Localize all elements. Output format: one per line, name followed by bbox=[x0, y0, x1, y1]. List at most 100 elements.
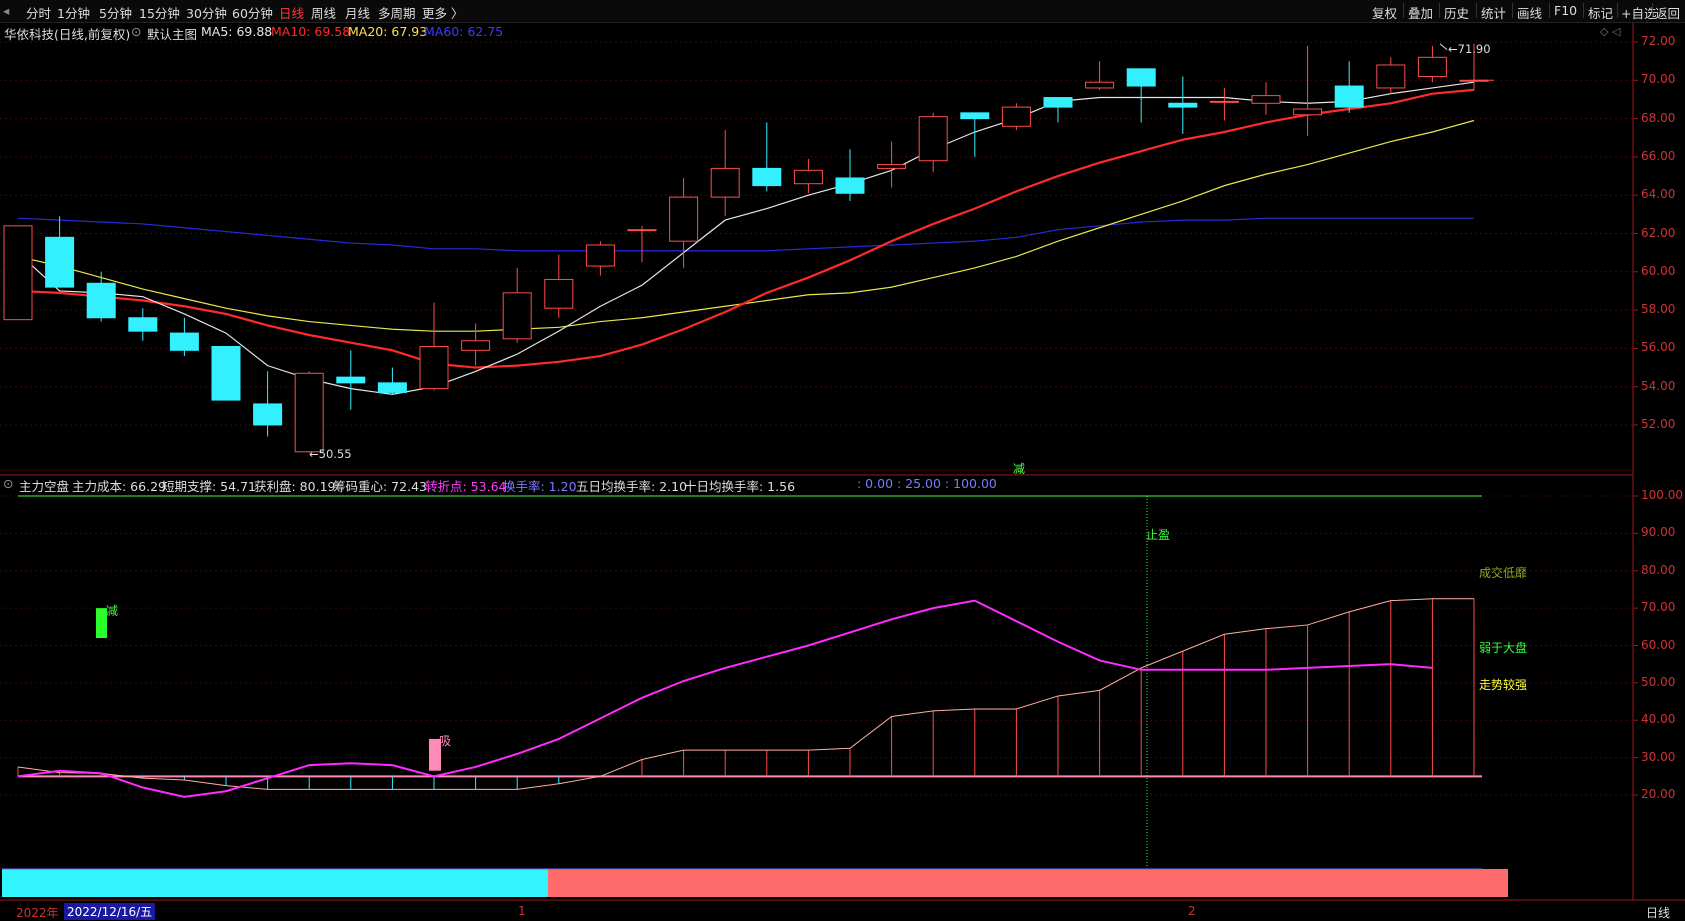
indicator-tick-label: 100.00 bbox=[1641, 488, 1683, 502]
take-profit-signal: 止盈 bbox=[1146, 528, 1171, 542]
main-chart-selector[interactable]: 默认主图 bbox=[147, 24, 197, 43]
ma10-line bbox=[17, 88, 1475, 369]
indicator-menu-icon[interactable]: ⊙ bbox=[3, 476, 13, 491]
candlesticks bbox=[3, 43, 1489, 453]
candle-body bbox=[461, 340, 491, 351]
indicator-tick-label: 50.00 bbox=[1641, 674, 1676, 689]
candle-body bbox=[1001, 106, 1031, 127]
low-volume-note: 成交低靡 bbox=[1479, 566, 1528, 580]
indicator-tick-label: 20.00 bbox=[1641, 787, 1676, 801]
high-price-value: 71.90 bbox=[1457, 42, 1491, 56]
candle-body bbox=[918, 116, 948, 162]
indicator-tick-label: 70.00 bbox=[1641, 600, 1676, 615]
candle-body bbox=[1085, 81, 1115, 89]
month-label-1: 1 bbox=[518, 904, 526, 918]
candle-body bbox=[128, 317, 158, 332]
ma60-value: MA60: 62.75 bbox=[424, 24, 504, 39]
candle-body bbox=[544, 278, 574, 309]
low-price-marker: ←50.55 bbox=[309, 447, 352, 461]
price-tick-label: 64.00 bbox=[1641, 187, 1676, 202]
threshold-levels-text: : 0.00 : 25.00 : 100.00 bbox=[857, 476, 997, 491]
stock-title: 华依科技(日线,前复权) bbox=[4, 27, 131, 42]
short-support-value: 短期支撑: 54.71 bbox=[162, 479, 256, 494]
candle-body bbox=[45, 236, 75, 288]
candle-body bbox=[253, 403, 283, 426]
price-tick-label: 56.00 bbox=[1641, 340, 1676, 355]
candle-body bbox=[710, 167, 740, 198]
candle-body bbox=[1168, 102, 1198, 108]
turnover-10d-value: 十日均换手率: 1.56 bbox=[684, 479, 796, 494]
main-cost-value: 主力成本: 66.29 bbox=[72, 479, 166, 494]
chip-center-value: 筹码重心: 72.43 bbox=[333, 479, 427, 494]
indicator-tick-label: 40.00 bbox=[1641, 712, 1676, 727]
year-label: 2022年 bbox=[16, 906, 59, 920]
indicator-tick-label: 80.00 bbox=[1641, 562, 1676, 577]
candle-body bbox=[86, 282, 116, 319]
candle-body bbox=[294, 372, 324, 453]
ma10-value: MA10: 69.58 bbox=[271, 24, 351, 39]
price-tick-label: 54.00 bbox=[1641, 378, 1676, 393]
candle-body bbox=[835, 177, 865, 194]
ma5-value: MA5: 69.88 bbox=[201, 24, 273, 39]
ma20-value: MA20: 67.93 bbox=[348, 24, 428, 39]
reduce-signal-label: 减 bbox=[106, 604, 119, 618]
ma20-line bbox=[17, 119, 1475, 332]
price-tick-label: 70.00 bbox=[1641, 72, 1676, 87]
candle-body bbox=[1417, 56, 1447, 77]
indicator-tick-label: 90.00 bbox=[1641, 525, 1676, 540]
candle-body bbox=[1126, 68, 1156, 87]
settings-diamond-icon[interactable]: ◇ ◁ bbox=[1600, 25, 1620, 38]
candle-body bbox=[502, 292, 532, 340]
candle-body bbox=[585, 244, 615, 267]
candle-body bbox=[1043, 97, 1073, 108]
candle-body bbox=[1209, 100, 1239, 103]
kline-chart[interactable] bbox=[0, 0, 1685, 920]
high-price-marker: ←71.90 bbox=[1448, 42, 1491, 56]
indicator-tick-label: 30.00 bbox=[1641, 749, 1676, 764]
candle-body bbox=[1376, 64, 1406, 89]
weaker-than-market-note: 弱于大盘 bbox=[1479, 641, 1528, 655]
candle-body bbox=[336, 376, 366, 384]
candle-body bbox=[1251, 95, 1281, 104]
threshold-levels: : 0.00 : 25.00 : 100.00 bbox=[857, 476, 997, 491]
price-tick-label: 58.00 bbox=[1641, 302, 1676, 317]
candle-body bbox=[211, 345, 241, 401]
candle-body bbox=[1334, 85, 1364, 108]
price-tick-label: 62.00 bbox=[1641, 225, 1676, 240]
strong-trend-note: 走势较强 bbox=[1479, 678, 1528, 692]
candle-body bbox=[377, 382, 407, 393]
month-label-2: 2 bbox=[1188, 904, 1196, 918]
absorb-signal-label: 吸 bbox=[439, 734, 452, 748]
price-tick-label: 66.00 bbox=[1641, 148, 1676, 163]
turnover-5d-value: 五日均换手率: 2.10 bbox=[576, 479, 688, 494]
candle-body bbox=[169, 332, 199, 351]
indicator-lines bbox=[2, 495, 1508, 897]
turnover-value: 换手率: 1.20 bbox=[503, 479, 577, 494]
trend-bar-bear bbox=[2, 869, 548, 897]
candle-body bbox=[3, 225, 33, 321]
turning-point-value: 转折点: 53.64 bbox=[425, 479, 507, 494]
cursor-date-label: 2022/12/16/五 bbox=[64, 903, 156, 920]
trend-bar-bull bbox=[548, 869, 1508, 897]
high-marker-pointer bbox=[1439, 43, 1448, 51]
price-tick-label: 68.00 bbox=[1641, 110, 1676, 125]
candle-body bbox=[793, 169, 823, 185]
candle-body bbox=[419, 345, 449, 390]
candle-body bbox=[1293, 108, 1323, 116]
indicator-name[interactable]: 主力空盘 bbox=[19, 476, 69, 495]
period-indicator: 日线 bbox=[1646, 906, 1671, 920]
price-tick-label: 60.00 bbox=[1641, 263, 1676, 278]
candle-body bbox=[752, 167, 782, 187]
candle-body bbox=[877, 164, 907, 169]
price-tick-label: 52.00 bbox=[1641, 417, 1676, 431]
low-price-value: 50.55 bbox=[318, 447, 352, 461]
profit-chip-value: 获利盘: 80.19 bbox=[254, 479, 336, 494]
ma60-line bbox=[17, 217, 1474, 252]
candle-body bbox=[669, 196, 699, 242]
candle-body bbox=[627, 229, 657, 232]
chevron-down-icon[interactable]: ⊙ bbox=[131, 24, 141, 39]
indicator-tick-label: 60.00 bbox=[1641, 637, 1676, 652]
main-reduce-signal: 减 bbox=[1013, 462, 1026, 476]
price-tick-label: 72.00 bbox=[1641, 34, 1676, 48]
chip-center-line bbox=[17, 598, 1474, 790]
